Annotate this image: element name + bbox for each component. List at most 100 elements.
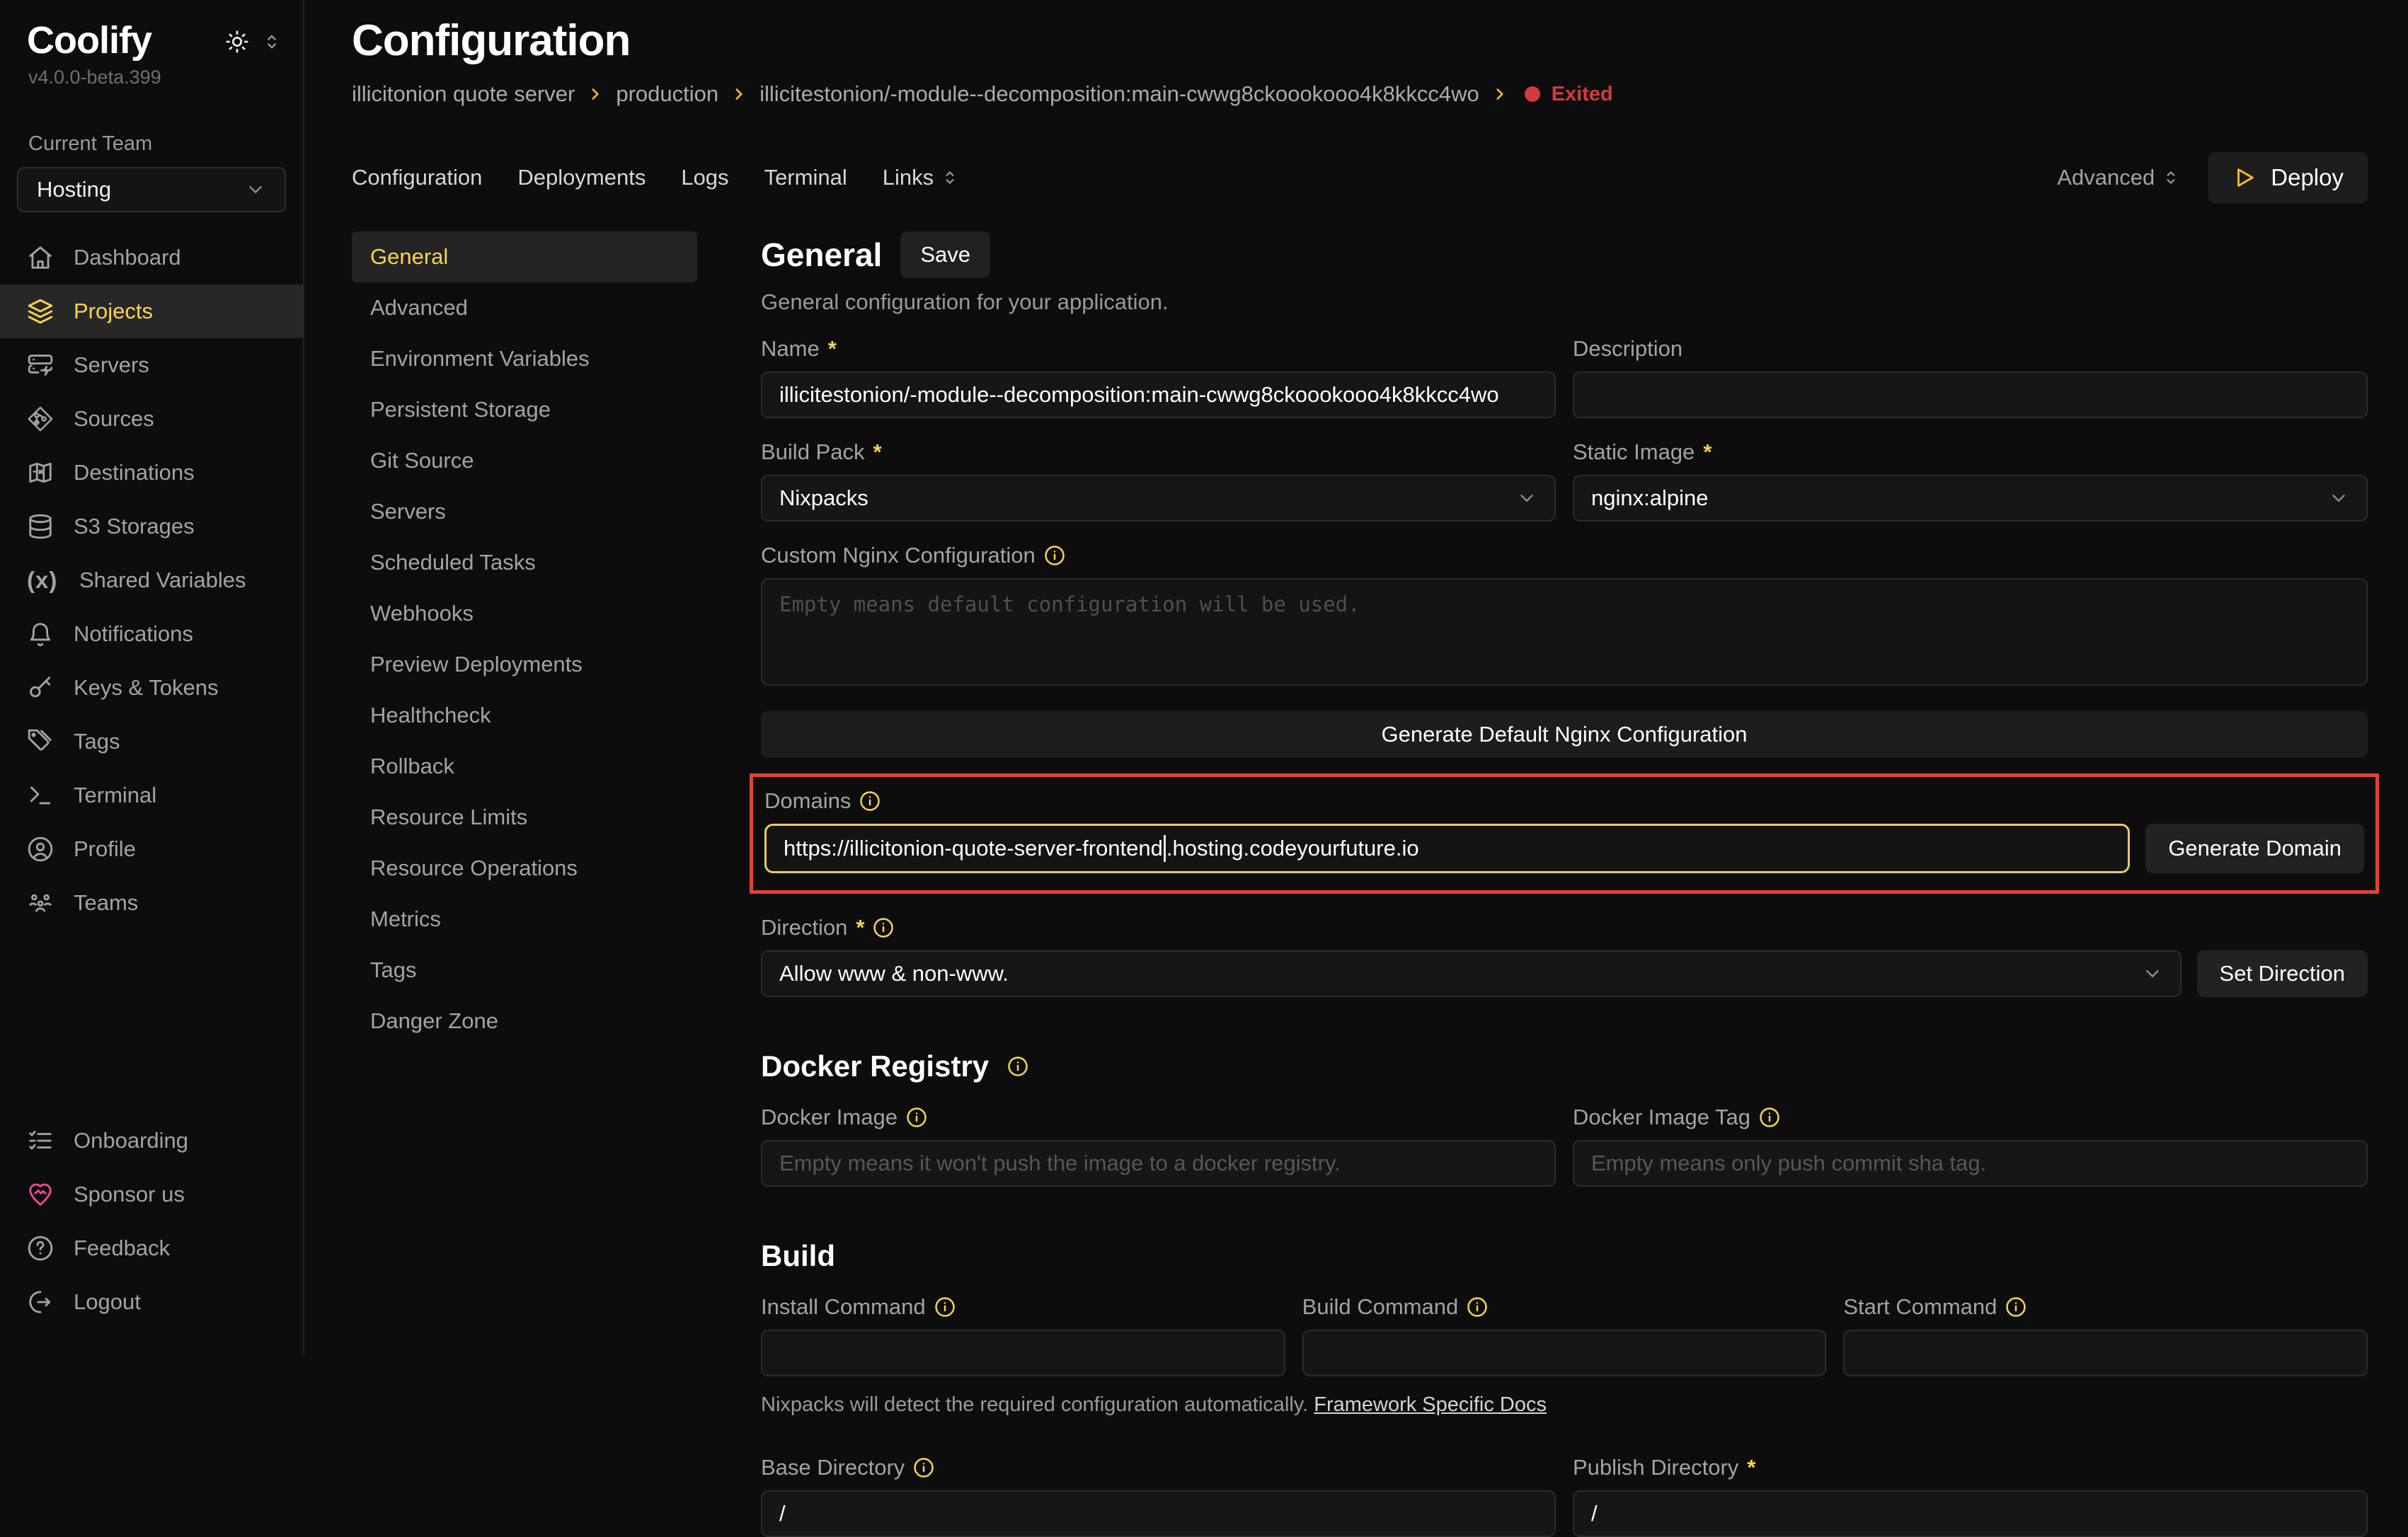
chevrons-up-down-icon	[941, 168, 959, 187]
chevron-right-icon	[586, 85, 604, 103]
build-pack-select[interactable]: Nixpacks	[761, 475, 1556, 522]
subnav-danger-zone[interactable]: Danger Zone	[352, 996, 697, 1047]
publish-directory-input[interactable]	[1573, 1490, 2368, 1537]
paren-x-icon: (x)	[27, 567, 59, 594]
subnav-environment-variables[interactable]: Environment Variables	[352, 333, 697, 384]
subnav-metrics[interactable]: Metrics	[352, 894, 697, 945]
base-directory-input[interactable]	[761, 1490, 1556, 1537]
subnav-preview-deployments[interactable]: Preview Deployments	[352, 639, 697, 690]
text-caret	[1164, 835, 1166, 862]
nginx-config-textarea[interactable]	[761, 578, 2368, 686]
tab-terminal[interactable]: Terminal	[764, 165, 847, 190]
subnav-git-source[interactable]: Git Source	[352, 435, 697, 486]
static-image-select[interactable]: nginx:alpine	[1573, 475, 2368, 522]
description-input[interactable]	[1573, 372, 2368, 418]
config-subnav: General Advanced Environment Variables P…	[352, 231, 697, 1354]
docker-image-label: Docker Image	[761, 1105, 898, 1130]
breadcrumb-project[interactable]: illicitonion quote server	[352, 81, 575, 107]
sidebar-item-destinations[interactable]: Destinations	[0, 446, 303, 500]
sidebar-item-teams[interactable]: Teams	[0, 876, 303, 930]
sidebar-item-keys-tokens[interactable]: Keys & Tokens	[0, 661, 303, 715]
subnav-resource-limits[interactable]: Resource Limits	[352, 792, 697, 843]
sidebar-item-tags[interactable]: Tags	[0, 715, 303, 768]
breadcrumb-environment[interactable]: production	[616, 81, 718, 107]
heart-hands-icon	[27, 1181, 54, 1208]
users-icon	[27, 890, 54, 916]
sidebar-item-dashboard[interactable]: Dashboard	[0, 231, 303, 284]
app-version: v4.0.0-beta.399	[28, 67, 286, 88]
breadcrumb-application[interactable]: illicitestonion/-module--decomposition:m…	[759, 81, 1479, 107]
subnav-resource-operations[interactable]: Resource Operations	[352, 843, 697, 894]
sidebar-item-servers[interactable]: Servers	[0, 338, 303, 392]
subnav-scheduled-tasks[interactable]: Scheduled Tasks	[352, 537, 697, 588]
general-heading: General	[761, 236, 882, 274]
sidebar-item-sources[interactable]: Sources	[0, 392, 303, 446]
chevrons-up-down-icon[interactable]	[262, 32, 282, 52]
subnav-persistent-storage[interactable]: Persistent Storage	[352, 384, 697, 435]
subnav-servers[interactable]: Servers	[352, 486, 697, 537]
install-command-label: Install Command	[761, 1294, 926, 1320]
sidebar-item-projects[interactable]: Projects	[0, 284, 303, 338]
description-label: Description	[1573, 336, 1682, 362]
docker-image-tag-label: Docker Image Tag	[1573, 1105, 1750, 1130]
info-icon	[1467, 1296, 1488, 1318]
chevron-down-icon	[245, 179, 266, 200]
status-badge: Exited	[1552, 83, 1613, 106]
generate-nginx-button[interactable]: Generate Default Nginx Configuration	[761, 711, 2368, 758]
chevron-down-icon	[1516, 488, 1537, 509]
set-direction-button[interactable]: Set Direction	[2197, 950, 2368, 997]
subnav-healthcheck[interactable]: Healthcheck	[352, 690, 697, 741]
domains-label: Domains	[764, 788, 851, 814]
save-button[interactable]: Save	[900, 231, 990, 278]
subnav-webhooks[interactable]: Webhooks	[352, 588, 697, 639]
docker-registry-heading: Docker Registry	[761, 1049, 989, 1083]
tab-links[interactable]: Links	[883, 165, 959, 190]
page-title: Configuration	[352, 16, 2368, 66]
subnav-general[interactable]: General	[352, 231, 697, 282]
tab-configuration[interactable]: Configuration	[352, 165, 482, 190]
domains-input[interactable]: https://illicitonion-quote-server-fronte…	[764, 824, 2130, 873]
build-command-input[interactable]	[1302, 1330, 1827, 1376]
git-source-icon	[27, 405, 54, 432]
info-icon	[1007, 1056, 1028, 1077]
static-image-label: Static Image	[1573, 439, 1695, 465]
sidebar-item-sponsor-us[interactable]: Sponsor us	[0, 1168, 303, 1221]
docker-image-tag-input[interactable]	[1573, 1140, 2368, 1187]
info-icon	[859, 790, 881, 812]
generate-domain-button[interactable]: Generate Domain	[2145, 824, 2364, 873]
direction-select[interactable]: Allow www & non-www.	[761, 950, 2181, 997]
sidebar-footer-nav: Onboarding Sponsor us Feedback Logout	[17, 1114, 286, 1329]
sidebar-item-onboarding[interactable]: Onboarding	[0, 1114, 303, 1168]
sidebar-item-s3-storages[interactable]: S3 Storages	[0, 500, 303, 553]
info-icon	[906, 1107, 927, 1128]
sidebar-item-notifications[interactable]: Notifications	[0, 607, 303, 661]
theme-sun-icon[interactable]	[225, 30, 249, 54]
sidebar-item-shared-variables[interactable]: (x) Shared Variables	[0, 553, 303, 607]
sidebar-item-feedback[interactable]: Feedback	[0, 1221, 303, 1275]
tab-logs[interactable]: Logs	[681, 165, 728, 190]
install-command-input[interactable]	[761, 1330, 1285, 1376]
sidebar-item-terminal[interactable]: Terminal	[0, 768, 303, 822]
start-command-label: Start Command	[1843, 1294, 1997, 1320]
framework-docs-link[interactable]: Framework Specific Docs	[1314, 1393, 1547, 1416]
sidebar-item-logout[interactable]: Logout	[0, 1275, 303, 1329]
subnav-tags[interactable]: Tags	[352, 945, 697, 996]
start-command-input[interactable]	[1843, 1330, 2368, 1376]
publish-directory-label: Publish Directory	[1573, 1455, 1738, 1480]
sidebar-item-profile[interactable]: Profile	[0, 822, 303, 876]
name-input[interactable]	[761, 372, 1556, 418]
subnav-rollback[interactable]: Rollback	[352, 741, 697, 792]
build-heading: Build	[761, 1239, 835, 1273]
chevron-down-icon	[2328, 488, 2349, 509]
docker-image-input[interactable]	[761, 1140, 1556, 1187]
terminal-icon	[27, 782, 54, 809]
info-icon	[2005, 1296, 2026, 1318]
team-select-value: Hosting	[37, 177, 111, 202]
breadcrumb: illicitonion quote server production ill…	[352, 81, 2368, 107]
team-select[interactable]: Hosting	[17, 167, 286, 212]
advanced-toggle[interactable]: Advanced	[2057, 165, 2180, 190]
tab-deployments[interactable]: Deployments	[517, 165, 646, 190]
deploy-button[interactable]: Deploy	[2208, 152, 2368, 203]
subnav-advanced[interactable]: Advanced	[352, 282, 697, 333]
database-icon	[27, 513, 54, 540]
